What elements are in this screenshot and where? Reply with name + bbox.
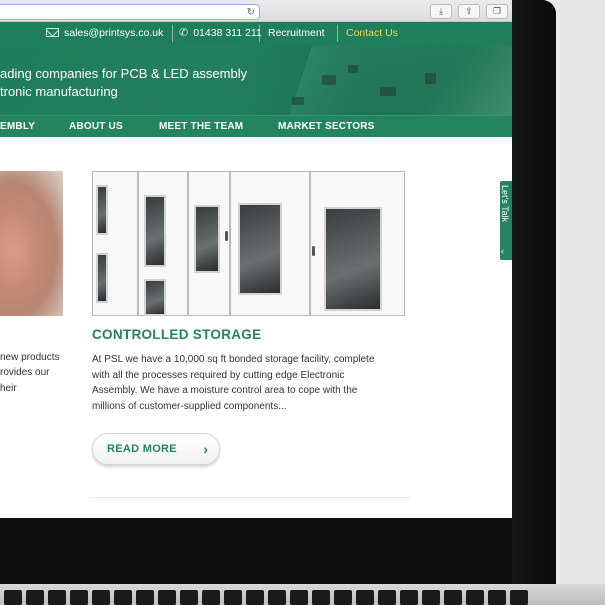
card-divider [92,497,410,498]
cabinet-handle [225,231,228,241]
key [180,590,198,605]
mail-icon [46,28,59,37]
tabs-icon[interactable]: ❐ [486,4,508,19]
key [70,590,88,605]
phone-link[interactable]: ✆ 01438 311 211 [179,22,262,45]
storage-photo [92,171,405,316]
key [246,590,264,605]
key [444,590,462,605]
main-nav: EMBLY ABOUT US MEET THE TEAM MARKET SECT… [0,115,512,137]
card-body-line: Assembly. We have a moisture control are… [92,385,358,396]
key [488,590,506,605]
key [136,590,154,605]
nav-item-assembly[interactable]: EMBLY [0,116,35,138]
key [400,590,418,605]
card-title: CONTROLLED STORAGE [92,327,262,342]
key [92,590,110,605]
key [48,590,66,605]
read-more-button[interactable]: READ MORE › [92,433,220,465]
download-icon[interactable]: ⤓ [430,4,452,19]
cabinet-window [144,279,166,316]
chevron-right-icon: › [203,441,208,457]
phone-icon: ✆ [179,27,189,39]
address-bar[interactable]: ↻ [0,4,260,20]
recruitment-link[interactable]: Recruitment [268,22,325,45]
key [466,590,484,605]
cabinet-window [96,185,108,235]
phone-text: 01438 311 211 [193,27,262,39]
divider [172,25,173,42]
screen: ↻ ⤓ ⇧ ❐ sales@printsys.co.uk ✆ 01438 311 … [0,0,512,518]
left-card-text-line: rovides our [0,367,50,378]
hero-headline-line-1: ading companies for PCB & LED assembly [0,66,248,81]
email-link[interactable]: sales@printsys.co.uk [46,22,163,45]
key [334,590,352,605]
lets-talk-tab[interactable]: Let's Talk ‹ [500,181,512,260]
pcb-chip [425,73,436,84]
key [290,590,308,605]
key [224,590,242,605]
pcb-chip [292,97,304,105]
cabinet-handle [312,246,315,256]
divider [337,25,338,42]
left-card-text-line: new products [0,352,60,363]
hero-banner: ading companies for PCB & LED assembly t… [0,45,512,115]
contact-bar: sales@printsys.co.uk ✆ 01438 311 211 Recr… [0,22,512,45]
cabinet-window [144,195,166,267]
read-more-label: READ MORE [107,443,177,455]
nav-item-about-us[interactable]: ABOUT US [69,116,123,138]
key [422,590,440,605]
share-icon[interactable]: ⇧ [458,4,480,19]
key [202,590,220,605]
key [356,590,374,605]
key [4,590,22,605]
cabinet-window [238,203,282,295]
pcb-chip [380,87,396,96]
left-card-photo [0,171,63,316]
laptop-bezel-edge [512,0,556,590]
key [378,590,396,605]
browser-toolbar: ↻ ⤓ ⇧ ❐ [0,0,512,22]
keyboard [0,590,528,605]
key [114,590,132,605]
key [268,590,286,605]
left-card-text-line: heir [0,383,17,394]
nav-item-meet-the-team[interactable]: MEET THE TEAM [159,116,243,138]
key [158,590,176,605]
key [312,590,330,605]
hero-headline-line-2: tronic manufacturing [0,84,118,99]
pcb-graphic [284,45,512,115]
card-body-line: millions of customer-supplied components… [92,400,287,412]
cabinet-window [194,205,220,273]
card-body-line: with all the processes required by cutti… [92,369,345,381]
nav-item-market-sectors[interactable]: MARKET SECTORS [278,116,375,138]
divider [259,25,260,42]
reload-icon[interactable]: ↻ [247,6,255,20]
email-text: sales@printsys.co.uk [64,27,164,39]
card-body-line: At PSL we have a 10,000 sq ft bonded sto… [92,354,375,365]
card-body: At PSL we have a 10,000 sq ft bonded sto… [92,352,412,414]
contact-us-link[interactable]: Contact Us [346,22,398,45]
cabinet-window [324,207,382,311]
chevron-left-icon: ‹ [501,246,504,256]
lets-talk-label: Let's Talk [500,185,510,223]
pcb-chip [348,65,358,73]
key [510,590,528,605]
cabinet-window [96,253,108,303]
pcb-chip [322,75,336,85]
key [26,590,44,605]
